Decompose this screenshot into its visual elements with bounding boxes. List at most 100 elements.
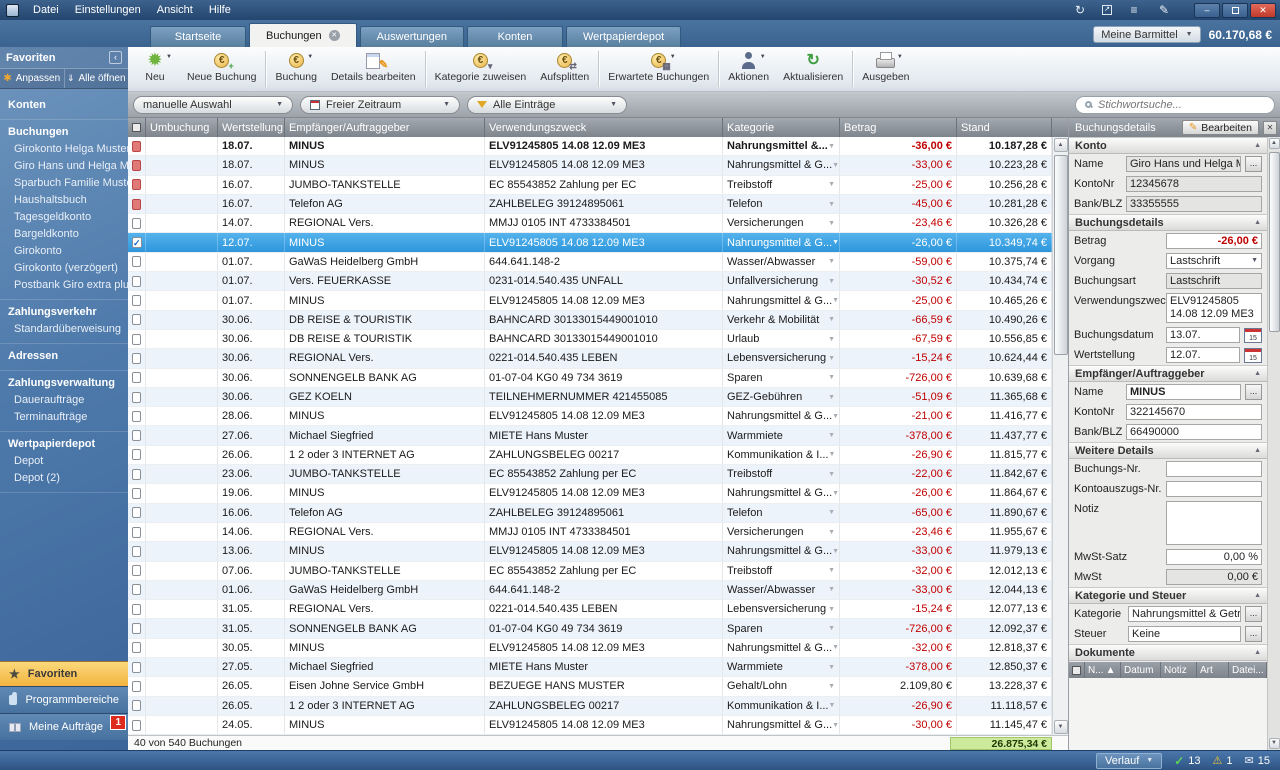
table-row[interactable]: 13.06.MINUSELV91245805 14.08 12.09 ME3Na… xyxy=(128,542,1052,561)
konto-blz-field[interactable]: 33355555 xyxy=(1126,196,1262,212)
table-row[interactable]: 31.05.REGIONAL Vers.0221-014.540.435 LEB… xyxy=(128,600,1052,619)
row-checkbox[interactable] xyxy=(132,681,141,692)
kategorie-dropdown-icon[interactable]: ▼ xyxy=(829,702,836,709)
row-select-cell[interactable] xyxy=(128,291,146,309)
row-checkbox[interactable] xyxy=(132,565,141,576)
nav-meine-aufträge[interactable]: Meine Aufträge1 xyxy=(0,713,128,740)
row-select-cell[interactable] xyxy=(128,330,146,348)
row-select-cell[interactable] xyxy=(128,504,146,522)
nav-programmbereiche[interactable]: Programmbereiche xyxy=(0,686,128,713)
sidebar-item-zahlungsverkehr[interactable]: Zahlungsverkehr xyxy=(0,303,128,321)
steuer-field[interactable]: Keine xyxy=(1128,626,1241,642)
kategorie-dropdown-icon[interactable]: ▼ xyxy=(828,258,835,265)
row-select-cell[interactable] xyxy=(128,137,146,155)
column-header-wertstellung[interactable]: Wertstellung▼ xyxy=(218,118,285,137)
row-select-cell[interactable] xyxy=(128,619,146,637)
table-row[interactable]: 18.07.MINUSELV91245805 14.08 12.09 ME3Na… xyxy=(128,156,1052,175)
row-checkbox[interactable] xyxy=(132,584,141,595)
kategorie-field[interactable]: Nahrungsmittel & Getränke xyxy=(1128,606,1241,622)
column-header-stand[interactable]: Stand xyxy=(957,118,1052,137)
empfaenger-kontonr-field[interactable]: 322145670 xyxy=(1126,404,1262,420)
sidebar-item-konten[interactable]: Konten xyxy=(0,96,128,114)
table-row[interactable]: 30.06.GEZ KOELNTEILNEHMERNUMMER 42145508… xyxy=(128,388,1052,407)
kategorie-dropdown-icon[interactable]: ▼ xyxy=(828,625,835,632)
search-input[interactable] xyxy=(1098,99,1265,111)
filter-alle-einträge[interactable]: Alle Einträge▼ xyxy=(467,96,627,114)
kategorie-dropdown-icon[interactable]: ▼ xyxy=(832,413,839,420)
toolbar-button-erwartete-buchungen[interactable]: €▦▼Erwartete Buchungen xyxy=(601,48,716,90)
section-weitere-details[interactable]: Weitere Details▲ xyxy=(1069,442,1267,459)
sidebar-item-girokonto-helga-muster[interactable]: Girokonto Helga Muster xyxy=(0,141,128,158)
scroll-up-icon[interactable]: ▲ xyxy=(1054,138,1068,152)
row-select-cell[interactable] xyxy=(128,658,146,676)
wertstellung-field[interactable]: 12.07. xyxy=(1166,347,1240,363)
toolbar-button-ausgeben[interactable]: ▼Ausgeben xyxy=(855,48,916,90)
dokumente-column-notiz[interactable]: Notiz xyxy=(1161,662,1197,678)
edit-icon[interactable]: ✎ xyxy=(1156,3,1172,17)
row-select-cell[interactable] xyxy=(128,156,146,174)
kategorie-dropdown-icon[interactable]: ▼ xyxy=(828,432,835,439)
kategorie-dropdown-icon[interactable]: ▼ xyxy=(828,586,835,593)
table-row[interactable]: 30.06.DB REISE & TOURISTIKBAHNCARD 30133… xyxy=(128,311,1052,330)
row-select-cell[interactable] xyxy=(128,407,146,425)
kategorie-dropdown-icon[interactable]: ▼ xyxy=(828,181,835,188)
row-select-cell[interactable] xyxy=(128,677,146,695)
section-buchungsdetails[interactable]: Buchungsdetails▲ xyxy=(1069,214,1267,231)
empfaenger-name-field[interactable]: MINUS xyxy=(1126,384,1241,400)
verwendungszweck-field[interactable]: ELV91245805 14.08 12.09 ME3 DIE KLEINEN … xyxy=(1166,293,1262,323)
row-checkbox[interactable] xyxy=(132,392,141,403)
toolbar-button-neue-buchung[interactable]: €+Neue Buchung xyxy=(180,48,263,90)
kategorie-dropdown-icon[interactable]: ▼ xyxy=(832,722,839,729)
row-checkbox[interactable] xyxy=(132,256,141,267)
column-header-select[interactable] xyxy=(128,118,146,137)
refresh-icon[interactable]: ↻ xyxy=(1072,3,1088,17)
kontoauszugsnr-field[interactable] xyxy=(1166,481,1262,497)
row-checkbox[interactable] xyxy=(132,469,141,480)
table-row[interactable]: 14.07.REGIONAL Vers.MMJJ 0105 INT 473338… xyxy=(128,214,1052,233)
sidebar-item-wertpapierdepot[interactable]: Wertpapierdepot xyxy=(0,435,128,453)
table-row[interactable]: 18.07.MINUSELV91245805 14.08 12.09 ME3Na… xyxy=(128,137,1052,156)
toolbar-button-kategorie-zuweisen[interactable]: €▾Kategorie zuweisen xyxy=(428,48,534,90)
row-checkbox[interactable] xyxy=(132,372,141,383)
table-row[interactable]: 30.06.REGIONAL Vers.0221-014.540.435 LEB… xyxy=(128,349,1052,368)
maximize-button[interactable] xyxy=(1222,3,1248,18)
row-select-cell[interactable] xyxy=(128,426,146,444)
table-row[interactable]: ✓12.07.MINUSELV91245805 14.08 12.09 ME3N… xyxy=(128,233,1052,252)
menu-einstellungen[interactable]: Einstellungen xyxy=(67,2,149,18)
row-select-cell[interactable] xyxy=(128,388,146,406)
table-row[interactable]: 01.06.GaWaS Heidelberg GmbH644.641.148-2… xyxy=(128,581,1052,600)
table-row[interactable]: 16.07.JUMBO-TANKSTELLEEC 85543852 Zahlun… xyxy=(128,176,1052,195)
row-select-cell[interactable] xyxy=(128,639,146,657)
table-row[interactable]: 01.07.Vers. FEUERKASSE0231-014.540.435 U… xyxy=(128,272,1052,291)
kategorie-dropdown-icon[interactable]: ▼ xyxy=(832,297,839,304)
row-checkbox[interactable] xyxy=(132,720,141,731)
empfaenger-browse-button[interactable]: ... xyxy=(1245,384,1262,400)
steuer-browse-button[interactable]: ... xyxy=(1245,626,1262,642)
export-icon[interactable]: ↗ xyxy=(1102,5,1112,15)
table-row[interactable]: 16.06.Telefon AGZAHLBELEG 39124895061Tel… xyxy=(128,504,1052,523)
sidebar-item-zahlungsverwaltung[interactable]: Zahlungsverwaltung xyxy=(0,374,128,392)
kategorie-dropdown-icon[interactable]: ▼ xyxy=(832,490,839,497)
konto-name-browse-button[interactable]: ... xyxy=(1245,156,1262,172)
sidebar-item-girokonto-verzögert[interactable]: Girokonto (verzögert) xyxy=(0,260,128,277)
calendar-icon[interactable]: 15 xyxy=(1244,328,1262,343)
row-select-cell[interactable] xyxy=(128,562,146,580)
sidebar-item-buchungen[interactable]: Buchungen xyxy=(0,123,128,141)
kategorie-dropdown-icon[interactable]: ▼ xyxy=(828,278,835,285)
table-row[interactable]: 19.06.MINUSELV91245805 14.08 12.09 ME3Na… xyxy=(128,484,1052,503)
row-checkbox[interactable]: ✓ xyxy=(132,237,142,248)
row-checkbox[interactable] xyxy=(132,604,141,615)
kategorie-dropdown-icon[interactable]: ▼ xyxy=(828,471,835,478)
kategorie-dropdown-icon[interactable]: ▼ xyxy=(828,374,835,381)
buchungsnr-field[interactable] xyxy=(1166,461,1262,477)
row-checkbox[interactable] xyxy=(132,314,141,325)
row-checkbox[interactable] xyxy=(132,546,141,557)
panel-close-icon[interactable]: ✕ xyxy=(1263,121,1277,135)
filter-manuelle-auswahl[interactable]: manuelle Auswahl▼ xyxy=(133,96,293,114)
table-row[interactable]: 26.06.1 2 oder 3 INTERNET AGZAHLUNGSBELE… xyxy=(128,446,1052,465)
row-select-cell[interactable] xyxy=(128,581,146,599)
toolbar-button-aktionen[interactable]: ▼Aktionen xyxy=(721,48,776,90)
scroll-down-icon[interactable]: ▼ xyxy=(1054,720,1068,734)
section-konto[interactable]: Konto▲ xyxy=(1069,137,1267,154)
sidebar-item-tagesgeldkonto[interactable]: Tagesgeldkonto xyxy=(0,209,128,226)
